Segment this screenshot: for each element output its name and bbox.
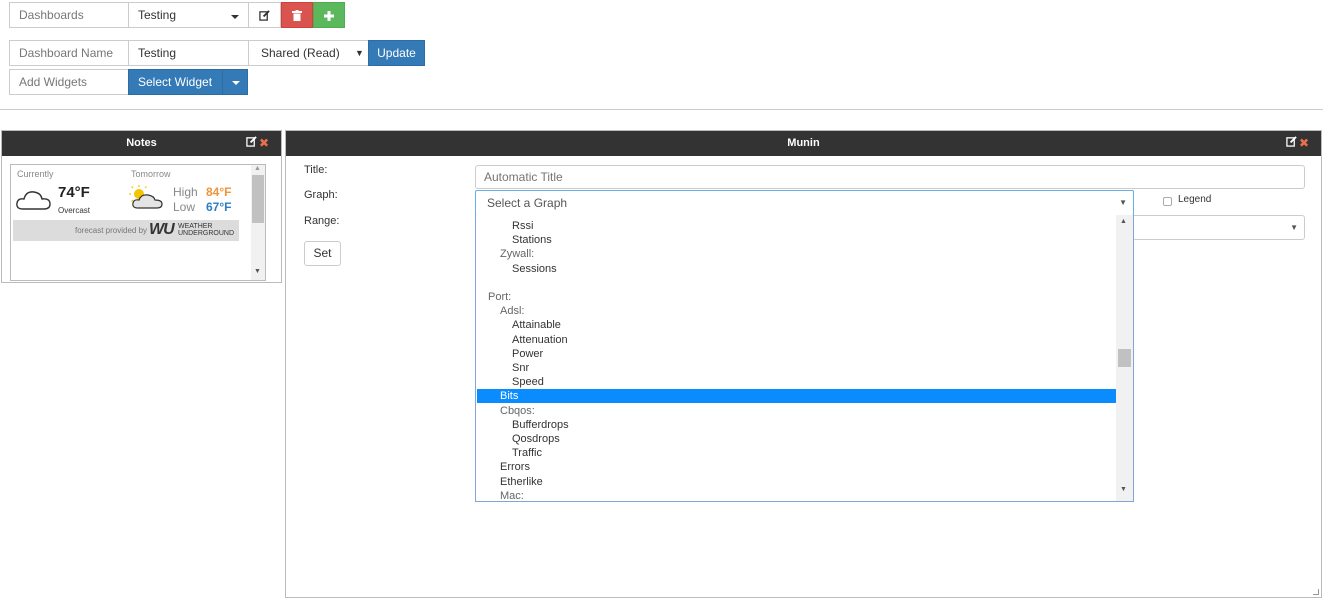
- scroll-thumb[interactable]: [252, 175, 264, 223]
- dropdown-arrow-icon: ▼: [1119, 198, 1127, 207]
- optgroup-label: Port:: [488, 291, 512, 303]
- partly-cloudy-icon: [129, 185, 163, 209]
- wu-brand-line1: WEATHER: [178, 223, 213, 230]
- dashboard-select[interactable]: Testing: [128, 2, 249, 28]
- dropdown-option[interactable]: Sessions: [477, 262, 1116, 276]
- forecast-credit: forecast provided by: [75, 226, 148, 235]
- weather-frame: Currently 74°F Overcast Tomorrow High 84…: [10, 164, 266, 281]
- range-label: Range:: [304, 215, 340, 227]
- notes-widget: Notes ✖ Currently 74°F Overcast Tomorrow: [1, 130, 282, 283]
- dropdown-option[interactable]: Bits: [477, 389, 1116, 404]
- plus-icon: [324, 11, 334, 21]
- dropdown-option[interactable]: Snr: [477, 361, 1116, 375]
- toolbar-divider: [0, 109, 1323, 110]
- dropdown-scrollbar[interactable]: ▲ ▼: [1116, 215, 1133, 501]
- close-icon[interactable]: ✖: [259, 131, 269, 156]
- currently-label: Currently: [17, 169, 54, 179]
- optgroup-label: Zywall:: [500, 248, 535, 261]
- notes-scrollbar[interactable]: ▲ ▼: [251, 165, 265, 280]
- dashboards-label: Dashboards: [9, 2, 129, 28]
- edit-icon[interactable]: [1286, 131, 1297, 156]
- split-divider: [222, 70, 223, 94]
- set-button[interactable]: Set: [304, 241, 341, 266]
- graph-dropdown-list[interactable]: Rssi Stations Zywall: Sessions Port: Adsl: Att…: [475, 215, 1134, 502]
- legend-checkbox[interactable]: [1163, 197, 1172, 206]
- high-label: High: [173, 185, 198, 199]
- dashboard-name-label: Dashboard Name: [9, 40, 129, 66]
- current-condition: Overcast: [58, 206, 91, 215]
- dropdown-option[interactable]: Attenuation: [477, 333, 1116, 347]
- edit-icon[interactable]: [246, 131, 257, 156]
- notes-widget-header: Notes ✖: [2, 131, 281, 156]
- close-icon[interactable]: ✖: [1299, 131, 1309, 156]
- dashboard-select-value: Testing: [138, 8, 177, 22]
- delete-dashboard-button[interactable]: [281, 2, 313, 28]
- munin-widget-title: Munin: [787, 137, 820, 149]
- dropdown-arrow-icon: ▼: [355, 48, 364, 58]
- dropdown-arrow-icon: ▼: [1290, 223, 1298, 232]
- scroll-up-arrow[interactable]: ▲: [254, 165, 261, 172]
- dropdown-option[interactable]: Stations: [477, 233, 1116, 247]
- legend-label: Legend: [1178, 194, 1212, 205]
- weather-footer: forecast provided by WU WEATHER UNDERGRO…: [13, 220, 239, 241]
- dropdown-option[interactable]: Rssi: [477, 219, 1116, 233]
- notes-widget-title: Notes: [126, 137, 157, 149]
- dropdown-option[interactable]: Etherlike: [477, 475, 1116, 489]
- add-widgets-label: Add Widgets: [9, 69, 129, 95]
- scroll-thumb[interactable]: [1118, 349, 1131, 367]
- optgroup-label: Mac:: [500, 489, 524, 502]
- dropdown-option[interactable]: Speed: [477, 375, 1116, 389]
- wu-logo: WU: [149, 221, 175, 238]
- tomorrow-label: Tomorrow: [131, 169, 171, 179]
- trash-icon: [292, 10, 302, 21]
- low-label: Low: [173, 200, 196, 214]
- scroll-down-arrow[interactable]: ▼: [1120, 486, 1127, 493]
- select-widget-button[interactable]: Select Widget: [128, 69, 248, 95]
- resize-handle-icon[interactable]: [1313, 589, 1319, 595]
- dropdown-option[interactable]: Power: [477, 347, 1116, 361]
- dropdown-option[interactable]: Errors: [477, 460, 1116, 474]
- scroll-up-arrow[interactable]: ▲: [1120, 218, 1127, 225]
- graph-select[interactable]: Select a Graph ▼: [475, 190, 1134, 216]
- dropdown-option[interactable]: Attainable: [477, 318, 1116, 332]
- select-widget-label: Select Widget: [138, 75, 213, 89]
- optgroup-label: Adsl:: [500, 305, 525, 318]
- title-input[interactable]: [475, 165, 1305, 189]
- title-label: Title:: [304, 164, 328, 176]
- edit-dashboard-button[interactable]: [248, 2, 281, 28]
- high-temp: 84°F: [206, 185, 232, 199]
- update-button[interactable]: Update: [368, 40, 425, 66]
- scroll-down-arrow[interactable]: ▼: [254, 268, 261, 275]
- weather-card: Currently 74°F Overcast Tomorrow High 84…: [13, 167, 239, 245]
- spacer-row: [477, 276, 1116, 290]
- graph-label: Graph:: [304, 189, 338, 201]
- range-select[interactable]: ▼: [1126, 215, 1305, 240]
- wu-brand-line2: UNDERGROUND: [178, 230, 234, 237]
- graph-select-placeholder: Select a Graph: [487, 196, 568, 210]
- dropdown-option[interactable]: Traffic: [477, 446, 1116, 460]
- cloud-icon: [16, 191, 51, 210]
- current-temp: 74°F: [58, 184, 90, 201]
- add-dashboard-button[interactable]: [313, 2, 345, 28]
- munin-widget-header: Munin ✖: [286, 131, 1321, 156]
- chevron-down-icon: [232, 81, 240, 85]
- access-select[interactable]: Shared (Read) ▼: [248, 40, 369, 66]
- edit-icon: [259, 10, 270, 21]
- dropdown-option[interactable]: Qosdrops: [477, 432, 1116, 446]
- optgroup-label: Cbqos:: [500, 404, 535, 417]
- access-select-value: Shared (Read): [261, 46, 340, 60]
- dropdown-option[interactable]: Bufferdrops: [477, 418, 1116, 432]
- chevron-down-icon: [231, 15, 239, 19]
- munin-widget: Munin ✖ Title: Graph: Range: Select a Gr…: [285, 130, 1322, 598]
- low-temp: 67°F: [206, 200, 232, 214]
- dashboard-name-input[interactable]: Testing: [128, 40, 249, 66]
